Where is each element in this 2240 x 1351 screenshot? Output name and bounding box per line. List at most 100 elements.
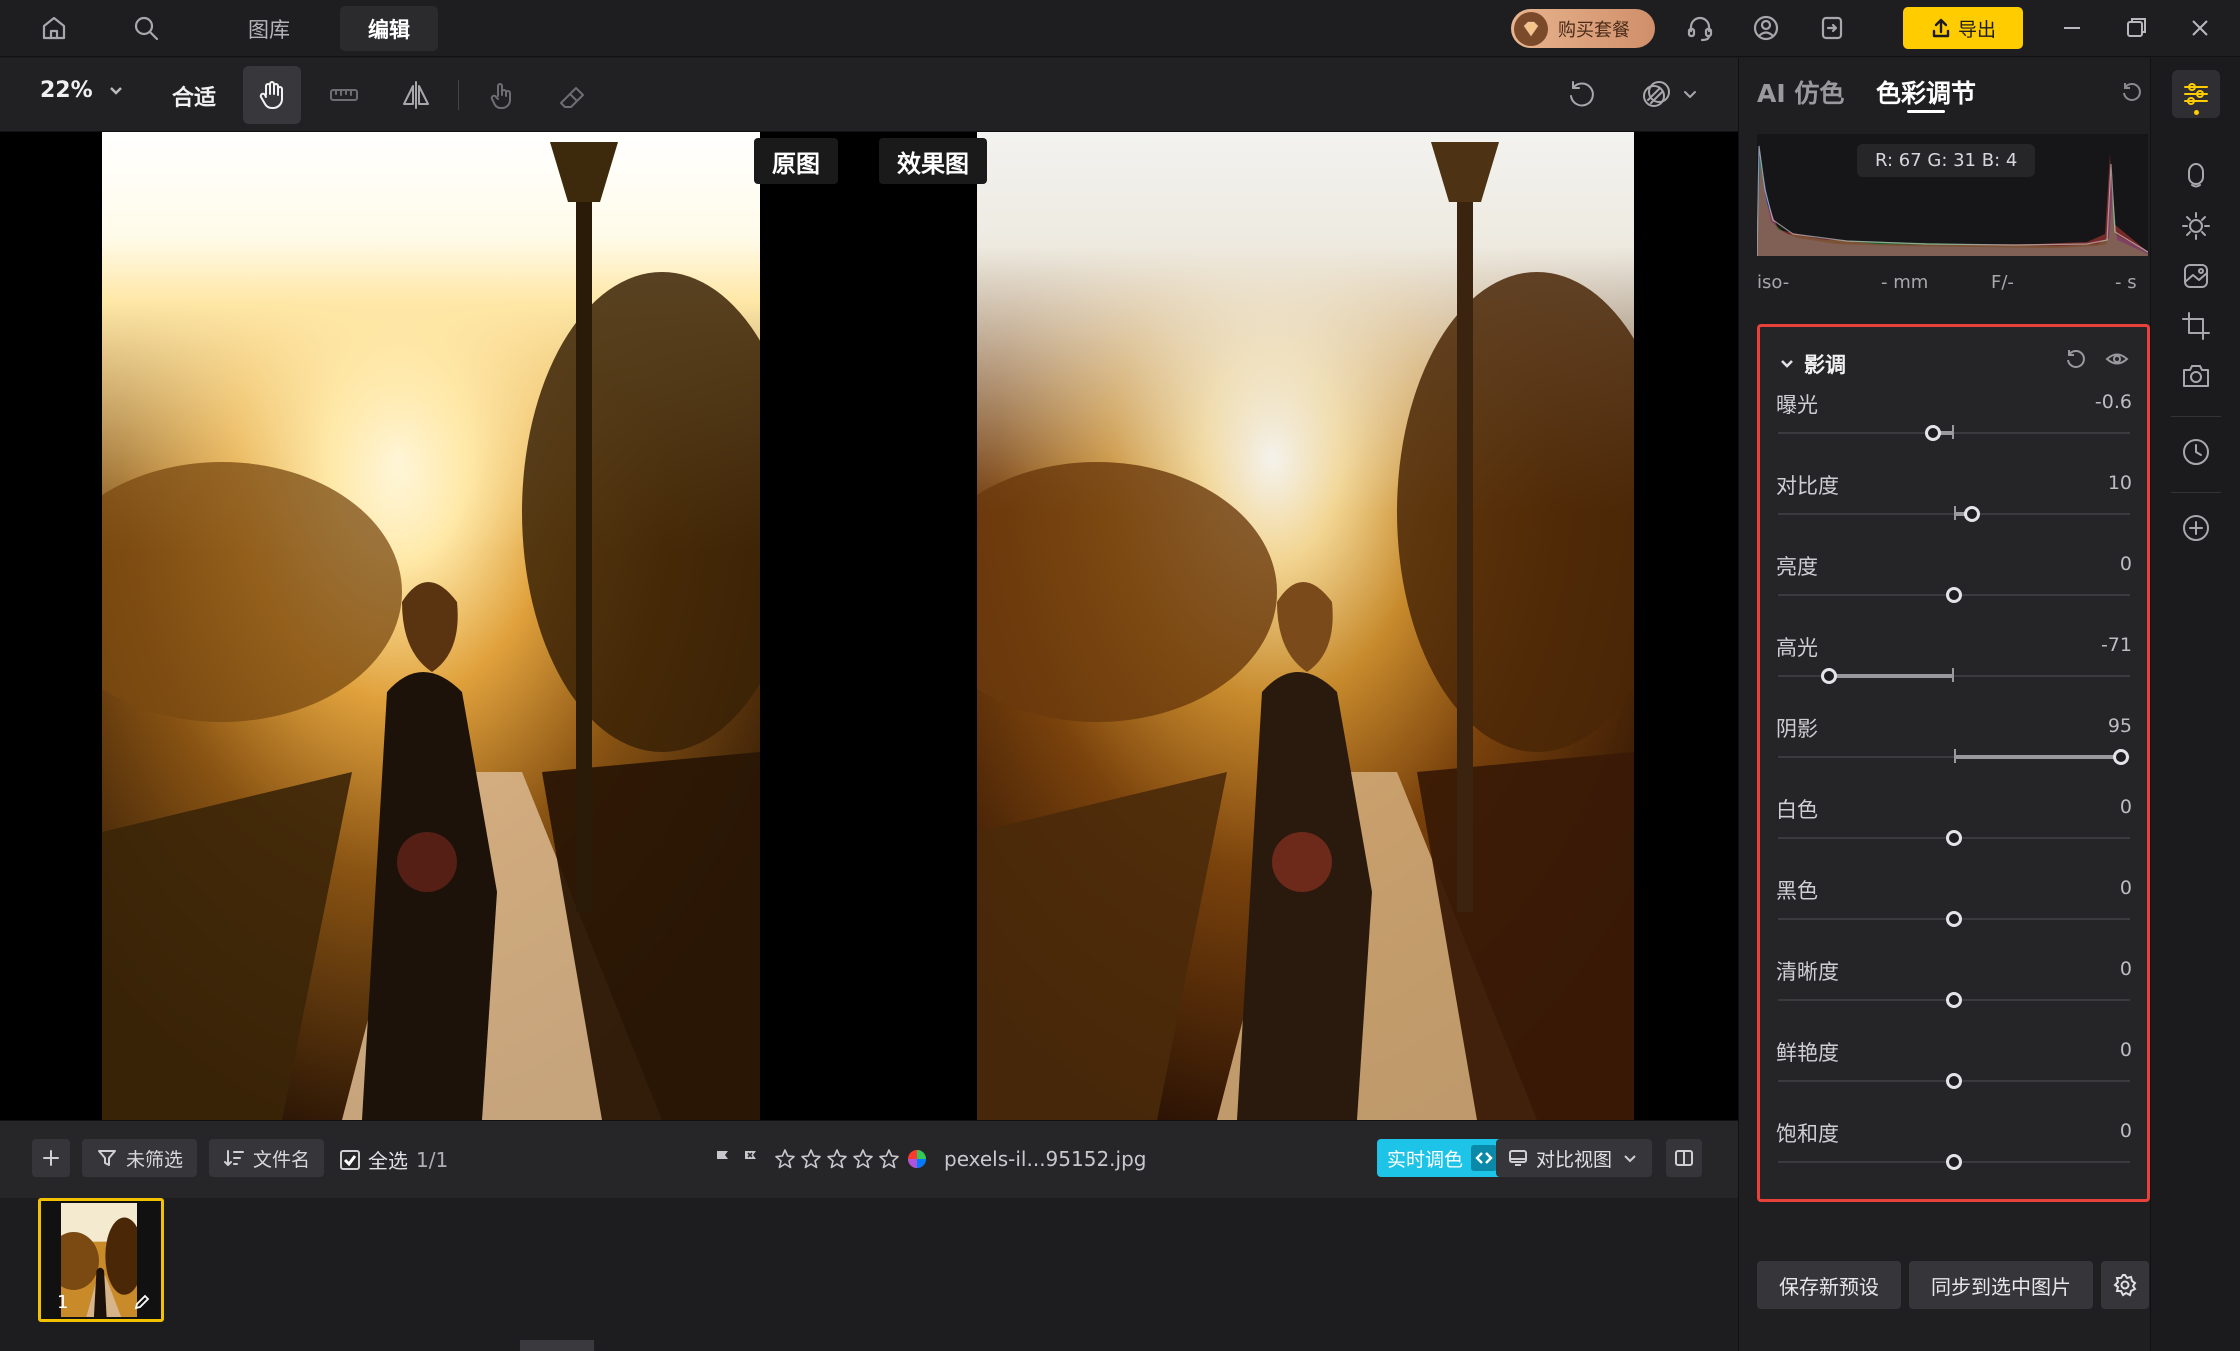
tone-section-header[interactable]: 影调 [1778, 349, 1846, 379]
tone-slider-value[interactable]: 0 [2120, 1120, 2132, 1142]
tone-section: 影调 曝光 -0.6 对比度 10 亮度 0 高光 -71 阴影 95 白色 0 黑色 0 清晰度 0 鲜艳度 0… [1757, 324, 2150, 1202]
slider-knob[interactable] [1946, 992, 1962, 1008]
eraser-tool[interactable] [544, 66, 602, 124]
tone-slider-value[interactable]: -71 [2101, 634, 2132, 656]
ruler-tool[interactable] [315, 66, 373, 124]
tone-slider[interactable]: 清晰度 0 [1776, 956, 2132, 1026]
slider-knob[interactable] [1924, 425, 1941, 441]
maximize-icon[interactable] [2122, 14, 2150, 42]
settings-button[interactable] [2101, 1261, 2149, 1309]
save-preset-button[interactable]: 保存新预设 [1757, 1261, 1901, 1309]
mask-tool-dropdown[interactable] [1624, 66, 1714, 124]
zoom-dropdown[interactable]: 22% [40, 78, 125, 103]
star-icon[interactable] [774, 1148, 796, 1170]
tone-slider-value[interactable]: 0 [2120, 1039, 2132, 1061]
star-icon[interactable] [852, 1148, 874, 1170]
tone-slider-value[interactable]: 0 [2120, 958, 2132, 980]
slider-track[interactable] [1778, 432, 2130, 434]
tone-slider[interactable]: 亮度 0 [1776, 551, 2132, 621]
sort-button[interactable]: 文件名 [209, 1139, 325, 1177]
add-image-button[interactable] [32, 1139, 70, 1177]
close-icon[interactable] [2186, 14, 2214, 42]
code-brackets-icon [1471, 1145, 1498, 1171]
exif-focal: - mm [1881, 272, 1929, 293]
tone-slider-value[interactable]: 0 [2120, 877, 2132, 899]
split-view-button[interactable] [1666, 1139, 1702, 1177]
reject-flag-icon[interactable] [740, 1148, 762, 1170]
slider-knob[interactable] [1946, 911, 1962, 927]
eye-icon[interactable] [2105, 347, 2129, 371]
tone-slider-value[interactable]: 10 [2108, 472, 2132, 494]
star-icon[interactable] [800, 1148, 822, 1170]
tone-slider-value[interactable]: -0.6 [2095, 391, 2132, 413]
slider-knob[interactable] [1963, 506, 1980, 522]
hand-icon [259, 81, 283, 110]
slider-knob[interactable] [1821, 668, 1838, 684]
slider-knob[interactable] [1946, 1154, 1962, 1170]
color-label-icon[interactable] [906, 1148, 928, 1170]
slider-knob[interactable] [1946, 830, 1962, 846]
export-button[interactable]: 导出 [1903, 7, 2023, 49]
tone-slider[interactable]: 阴影 95 [1776, 713, 2132, 783]
plus-icon [43, 1150, 59, 1166]
search-icon[interactable] [128, 10, 164, 46]
top-bar: 图库 编辑 购买套餐 导出 [0, 0, 2240, 57]
reset-section-icon[interactable] [2063, 347, 2087, 371]
tab-color-adjust[interactable]: 色彩调节 [1876, 74, 1976, 110]
tone-slider[interactable]: 白色 0 [1776, 794, 2132, 864]
tone-slider[interactable]: 高光 -71 [1776, 632, 2132, 702]
tone-slider[interactable]: 鲜艳度 0 [1776, 1037, 2132, 1107]
tone-slider[interactable]: 曝光 -0.6 [1776, 389, 2132, 459]
rail-effects[interactable] [2172, 252, 2220, 300]
rotate-left-icon [1570, 81, 1594, 107]
sync-to-selected-button[interactable]: 同步到选中图片 [1909, 1261, 2093, 1309]
home-icon[interactable] [36, 10, 72, 46]
hand-tool[interactable] [243, 66, 301, 124]
star-icon[interactable] [878, 1148, 900, 1170]
tone-slider[interactable]: 对比度 10 [1776, 470, 2132, 540]
flag-icon[interactable] [712, 1148, 734, 1170]
minimize-icon[interactable] [2058, 14, 2086, 42]
tab-edit[interactable]: 编辑 [340, 6, 438, 51]
tone-section-title: 影调 [1804, 353, 1846, 377]
reset-all-icon[interactable] [2119, 80, 2143, 104]
tool-rail [2150, 58, 2240, 1351]
switch-device-icon[interactable] [1814, 10, 1850, 46]
tone-slider-label: 亮度 [1776, 555, 1818, 579]
undo-tool[interactable] [1552, 66, 1610, 124]
tone-slider[interactable]: 黑色 0 [1776, 875, 2132, 945]
tone-slider-value[interactable]: 0 [2120, 796, 2132, 818]
rail-portrait[interactable] [2172, 151, 2220, 199]
flip-tool[interactable] [387, 66, 445, 124]
rail-crop[interactable] [2172, 302, 2220, 350]
star-rating[interactable] [774, 1148, 900, 1170]
compare-view-dropdown[interactable]: 对比视图 [1496, 1139, 1653, 1177]
upload-icon [1932, 18, 1950, 38]
realtime-toggle[interactable]: 实时调色 [1377, 1139, 1506, 1177]
filmstrip-thumbnail[interactable]: 1 [38, 1198, 164, 1322]
buy-package-button[interactable]: 购买套餐 [1511, 9, 1655, 48]
slider-knob[interactable] [1946, 1073, 1962, 1089]
star-icon[interactable] [826, 1148, 848, 1170]
thumbnail-index: 1 [57, 1292, 69, 1313]
user-account-icon[interactable] [1748, 10, 1784, 46]
slider-fill [1829, 668, 1954, 682]
support-headset-icon[interactable] [1682, 10, 1718, 46]
filmstrip-scrollbar[interactable] [520, 1340, 594, 1351]
rail-history[interactable] [2172, 428, 2220, 476]
tab-library[interactable]: 图库 [220, 6, 318, 51]
rail-add[interactable] [2172, 504, 2220, 552]
tone-slider[interactable]: 饱和度 0 [1776, 1118, 2132, 1188]
slider-knob[interactable] [2113, 749, 2130, 765]
tab-ai-color-match[interactable]: AI 仿色 [1757, 74, 1844, 110]
fit-button[interactable]: 合适 [172, 80, 216, 112]
rail-light[interactable] [2172, 202, 2220, 250]
touch-tool[interactable] [472, 66, 530, 124]
tone-slider-value[interactable]: 95 [2108, 715, 2132, 737]
rail-camera[interactable] [2172, 352, 2220, 400]
filter-button[interactable]: 未筛选 [82, 1139, 198, 1177]
select-all-checkbox[interactable]: 全选 1/1 [340, 1145, 448, 1174]
tone-slider-value[interactable]: 0 [2120, 553, 2132, 575]
photo-canvas[interactable]: 原图 效果图 [0, 132, 1738, 1120]
slider-knob[interactable] [1946, 587, 1962, 603]
